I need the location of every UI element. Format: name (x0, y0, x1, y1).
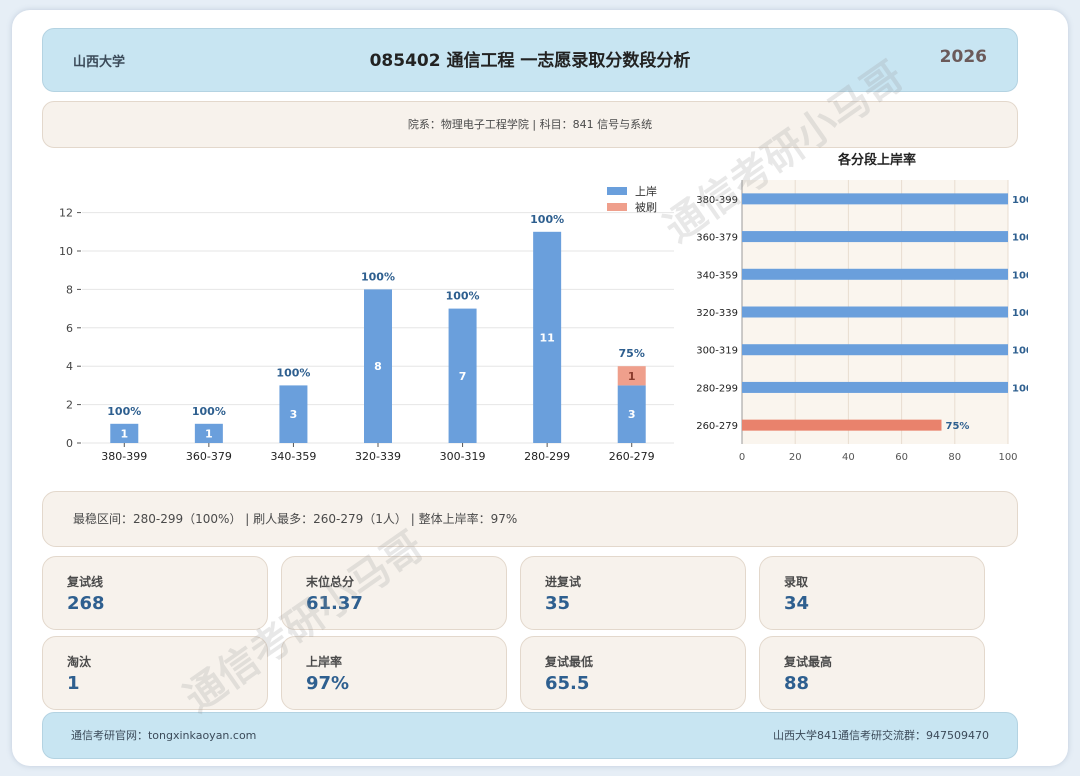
score-distribution-chart: 0 2 4 6 8 10 12 1 100% 380-399 1 100% 360-379 3 100% 34… (59, 185, 674, 463)
x-tick-label: 260-279 (609, 450, 655, 463)
bar-value-label: 1 (120, 427, 128, 440)
stat-value: 61.37 (306, 593, 363, 614)
pass-rate-chart: 各分段上岸率 0 20 40 60 80 100 380-399 100% 360-379 100%… (696, 152, 1028, 463)
y-tick-label: 10 (59, 245, 73, 258)
info-bar: 院系：物理电子工程学院 | 科目：841 信号与系统 (42, 101, 1018, 148)
stat-label: 复试最高 (784, 655, 833, 669)
stat-value: 34 (784, 593, 810, 614)
rate-bar (742, 381, 1008, 393)
x-tick-label: 340-359 (270, 450, 316, 463)
stat-value: 97% (306, 673, 350, 694)
stat-label: 录取 (784, 575, 809, 589)
footer-group: 山西大学841通信考研交流群：947509470 (773, 729, 989, 742)
y-tick-label: 300-319 (696, 346, 738, 357)
stat-card-retest-min: 复试最低 65.5 (520, 636, 746, 710)
y-tick-label: 280-299 (696, 383, 738, 394)
bar-rate-label: 100% (446, 290, 480, 303)
legend-swatch (607, 203, 627, 211)
report-card: 山西大学 085402 通信工程 一志愿录取分数段分析 2026 院系：物理电子… (12, 10, 1068, 766)
y-tick-label: 340-359 (696, 270, 738, 281)
rate-value-label: 75% (946, 421, 970, 432)
rate-value-label: 100% (1012, 233, 1028, 244)
stat-value: 35 (545, 593, 571, 614)
rate-bar (742, 231, 1008, 243)
y-tick-label: 260-279 (696, 421, 738, 432)
bar-rate-label: 100% (361, 270, 395, 283)
rate-bar (742, 268, 1008, 280)
bar-rate-label: 100% (192, 405, 226, 418)
stat-value: 1 (67, 673, 80, 694)
x-tick-label: 320-339 (355, 450, 401, 463)
rate-bar (742, 306, 1008, 318)
stat-label: 进复试 (545, 575, 582, 589)
x-tick-label: 80 (948, 452, 961, 463)
x-tick-label: 0 (739, 452, 745, 463)
stat-value: 65.5 (545, 673, 590, 694)
rate-bar (742, 344, 1008, 356)
stat-card-eliminated: 淘汰 1 (42, 636, 268, 710)
stat-card-pass-rate: 上岸率 97% (281, 636, 507, 710)
stat-card-last-total: 末位总分 61.37 (281, 556, 507, 630)
bar-rate-label: 100% (530, 213, 564, 226)
y-tick-label: 4 (66, 360, 73, 373)
stat-value: 88 (784, 673, 810, 694)
stat-label: 复试最低 (545, 655, 594, 669)
rate-value-label: 100% (1012, 383, 1028, 394)
stat-label: 淘汰 (67, 655, 92, 669)
bar-value-label: 1 (205, 427, 213, 440)
legend-swatch (607, 187, 627, 195)
footer-banner: 通信考研官网：tongxinkaoyan.com 山西大学841通信考研交流群：… (42, 712, 1018, 759)
stat-label: 上岸率 (306, 655, 343, 669)
bar-rate-label: 100% (276, 366, 310, 379)
stat-card-admitted: 录取 34 (759, 556, 985, 630)
bar-rate-label: 100% (107, 405, 141, 418)
rate-bar (742, 193, 1008, 205)
x-tick-label: 380-399 (101, 450, 147, 463)
rate-bar (742, 419, 942, 431)
bar-value-label: 11 (539, 331, 554, 344)
bar-value-label: 8 (374, 360, 382, 373)
x-tick-label: 100 (998, 452, 1017, 463)
footer-website: 通信考研官网：tongxinkaoyan.com (71, 729, 257, 742)
chart-title: 各分段上岸率 (837, 152, 916, 168)
bar-value-label: 3 (290, 408, 298, 421)
rate-value-label: 100% (1012, 346, 1028, 357)
rate-value-label: 100% (1012, 195, 1028, 206)
x-tick-label: 40 (842, 452, 855, 463)
bar-value-label: 7 (459, 370, 467, 383)
summary-text: 最稳区间：280-299（100%） | 刷人最多：260-279（1人） | … (73, 512, 518, 526)
rate-value-label: 100% (1012, 308, 1028, 319)
stat-card-retest-max: 复试最高 88 (759, 636, 985, 710)
stat-card-entered-retest: 进复试 35 (520, 556, 746, 630)
stat-label: 复试线 (67, 575, 104, 589)
page-title: 085402 通信工程 一志愿录取分数段分析 (369, 51, 691, 71)
y-tick-label: 380-399 (696, 195, 738, 206)
y-tick-label: 320-339 (696, 308, 738, 319)
rate-value-label: 100% (1012, 270, 1028, 281)
y-tick-label: 0 (66, 437, 73, 450)
bar-value-label: 3 (628, 408, 636, 421)
x-tick-label: 280-299 (524, 450, 570, 463)
y-tick-label: 6 (66, 322, 73, 335)
x-tick-label: 300-319 (440, 450, 486, 463)
y-tick-label: 8 (66, 283, 73, 296)
bar-value-label: 1 (628, 370, 636, 383)
header-banner: 山西大学 085402 通信工程 一志愿录取分数段分析 2026 (42, 28, 1018, 92)
x-tick-label: 360-379 (186, 450, 232, 463)
stat-value: 268 (67, 593, 105, 614)
summary-bar: 最稳区间：280-299（100%） | 刷人最多：260-279（1人） | … (42, 491, 1018, 547)
legend-label: 被刷 (635, 201, 657, 214)
y-tick-label: 12 (59, 207, 73, 220)
legend-label: 上岸 (635, 185, 657, 198)
stat-label: 末位总分 (306, 575, 355, 589)
y-tick-label: 360-379 (696, 233, 738, 244)
bar-rate-label: 75% (619, 347, 645, 360)
year-label: 2026 (939, 47, 987, 67)
x-tick-label: 60 (895, 452, 908, 463)
stat-card-retest-line: 复试线 268 (42, 556, 268, 630)
x-tick-label: 20 (789, 452, 802, 463)
y-tick-label: 2 (66, 399, 73, 412)
